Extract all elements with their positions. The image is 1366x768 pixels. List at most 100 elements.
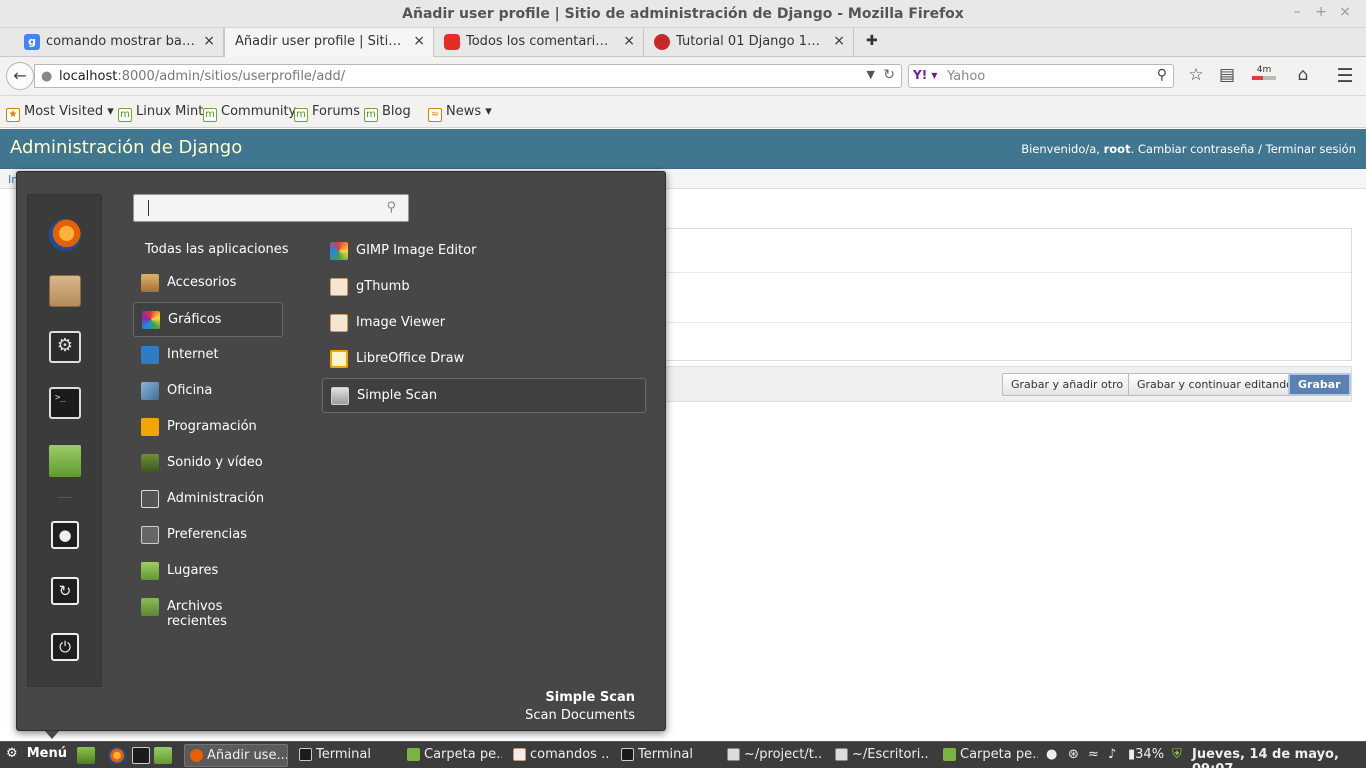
category-sonido-video[interactable]: Sonido y vídeo bbox=[133, 446, 283, 481]
search-icon[interactable]: ⚲ bbox=[1157, 67, 1167, 83]
tab-anadir-user-profile[interactable]: Añadir user profile | Sitio de ... × bbox=[224, 28, 434, 57]
close-window-button[interactable]: × bbox=[1336, 4, 1354, 20]
app-gimp[interactable]: GIMP Image Editor bbox=[322, 234, 646, 269]
close-tab-icon[interactable]: × bbox=[413, 33, 425, 49]
bookmark-label: Blog bbox=[382, 104, 411, 119]
most-visited-icon: ★ bbox=[6, 108, 20, 122]
battery-indicator[interactable]: ▮34% bbox=[1128, 747, 1164, 762]
app-libreoffice-draw[interactable]: LibreOffice Draw bbox=[322, 342, 646, 377]
lock-screen-icon[interactable]: ● bbox=[51, 521, 79, 549]
save-and-add-another-button[interactable]: Grabar y añadir otro bbox=[1002, 373, 1133, 396]
reload-icon[interactable]: ↻ bbox=[883, 67, 895, 83]
office-icon bbox=[141, 382, 159, 400]
bookmark-linux-mint[interactable]: m Linux Mint bbox=[118, 104, 203, 122]
volume-icon[interactable]: ♪ bbox=[1108, 747, 1116, 762]
change-password-link[interactable]: Cambiar contraseña bbox=[1138, 142, 1255, 156]
category-label: Archivos recientes bbox=[167, 599, 227, 629]
menu-hamburger-icon[interactable]: ☰ bbox=[1333, 65, 1357, 87]
start-menu-button[interactable]: ⚙ Menú bbox=[6, 746, 67, 761]
save-button[interactable]: Grabar bbox=[1288, 373, 1351, 396]
downloads-button[interactable]: 4m bbox=[1252, 65, 1276, 80]
category-oficina[interactable]: Oficina bbox=[133, 374, 283, 409]
app-gthumb[interactable]: gThumb bbox=[322, 270, 646, 305]
bookmark-blog[interactable]: m Blog bbox=[364, 104, 411, 122]
category-administracion[interactable]: Administración bbox=[133, 482, 283, 517]
task-firefox[interactable]: Añadir use... bbox=[184, 744, 288, 767]
category-internet[interactable]: Internet bbox=[133, 338, 283, 373]
category-programacion[interactable]: Programación bbox=[133, 410, 283, 445]
site-brand[interactable]: Administración de Django bbox=[10, 137, 242, 158]
system-settings-icon[interactable]: ⚙ bbox=[49, 331, 81, 363]
firefox-icon[interactable] bbox=[108, 747, 126, 764]
terminal-icon[interactable] bbox=[132, 747, 150, 764]
bookmark-community[interactable]: m Community bbox=[203, 104, 296, 122]
search-bar[interactable]: Y! ▾ Yahoo ⚲ bbox=[908, 64, 1174, 88]
bookmark-forums[interactable]: m Forums bbox=[294, 104, 360, 122]
new-tab-button[interactable]: ✚ bbox=[866, 33, 878, 49]
url-history-dropdown-icon[interactable]: ▼ bbox=[867, 68, 875, 81]
category-lugares[interactable]: Lugares bbox=[133, 554, 283, 589]
save-and-continue-button[interactable]: Grabar y continuar editando bbox=[1128, 373, 1302, 396]
task-label: Carpeta pe... bbox=[960, 747, 1038, 762]
add-form-fieldset bbox=[660, 228, 1352, 361]
battery-percent: 34% bbox=[1135, 747, 1165, 762]
folder-icon[interactable] bbox=[154, 747, 172, 764]
bookmark-label: Community bbox=[221, 104, 297, 119]
search-engine-selector[interactable]: Y! ▾ bbox=[913, 68, 937, 82]
category-preferencias[interactable]: Preferencias bbox=[133, 518, 283, 553]
menu-search-input[interactable]: ⚲ bbox=[133, 194, 409, 222]
close-tab-icon[interactable]: × bbox=[623, 33, 635, 49]
bookmark-news[interactable]: ≈ News ▾ bbox=[428, 104, 492, 122]
firefox-icon[interactable] bbox=[49, 219, 81, 251]
favorites-panel: ⚙ >_ ● ↻ ⏻ bbox=[27, 194, 102, 687]
close-tab-icon[interactable]: × bbox=[833, 33, 845, 49]
back-button[interactable]: ← bbox=[6, 62, 34, 90]
libreoffice-draw-icon bbox=[330, 350, 348, 368]
bookmark-most-visited[interactable]: ★ Most Visited ▾ bbox=[6, 104, 114, 122]
category-graficos[interactable]: Gráficos bbox=[133, 302, 283, 337]
category-archivos-recientes[interactable]: Archivos recientes bbox=[133, 590, 283, 629]
tab-comando-mostrar[interactable]: g comando mostrar base d... × bbox=[0, 28, 224, 57]
linux-mint-icon: m bbox=[203, 108, 217, 122]
clock[interactable]: Jueves, 14 de mayo, 09:07 bbox=[1192, 747, 1366, 768]
task-text-editor[interactable]: comandos ... bbox=[508, 744, 610, 767]
show-desktop-icon[interactable] bbox=[77, 747, 95, 764]
tab-todos-comentarios[interactable]: Todos los comentarios d... × bbox=[434, 28, 644, 57]
home-icon[interactable]: ⌂ bbox=[1291, 65, 1315, 85]
search-input[interactable]: Yahoo bbox=[947, 69, 985, 84]
download-progress-icon bbox=[1252, 76, 1276, 80]
close-tab-icon[interactable]: × bbox=[203, 33, 215, 49]
software-manager-icon[interactable] bbox=[49, 275, 81, 307]
terminal-icon[interactable]: >_ bbox=[49, 387, 81, 419]
task-folder-2[interactable]: Carpeta pe... bbox=[938, 744, 1038, 767]
bluetooth-icon[interactable]: ⊛ bbox=[1068, 747, 1079, 762]
task-editor-escritorio[interactable]: ~/Escritori... bbox=[830, 744, 930, 767]
task-folder[interactable]: Carpeta pe... bbox=[402, 744, 502, 767]
category-accesorios[interactable]: Accesorios bbox=[133, 266, 283, 301]
update-manager-shield-icon[interactable]: ⛨ bbox=[1172, 747, 1182, 762]
network-wifi-icon[interactable]: ≈ bbox=[1088, 747, 1099, 762]
task-label: Terminal bbox=[638, 747, 693, 762]
logout-icon[interactable]: ↻ bbox=[51, 577, 79, 605]
app-image-viewer[interactable]: Image Viewer bbox=[322, 306, 646, 341]
favorites-separator bbox=[58, 497, 72, 498]
bookmarks-toolbar: ★ Most Visited ▾ m Linux Mint m Community m… bbox=[0, 96, 1366, 128]
user-icon[interactable]: ● bbox=[1046, 747, 1057, 762]
home-folder-icon[interactable] bbox=[49, 445, 81, 477]
maximize-button[interactable]: + bbox=[1312, 4, 1330, 20]
task-terminal-2[interactable]: Terminal bbox=[616, 744, 716, 767]
url-text: localhost:8000/admin/sitios/userprofile/… bbox=[59, 69, 345, 84]
logout-link[interactable]: Terminar sesión bbox=[1266, 142, 1356, 156]
app-simple-scan[interactable]: Simple Scan bbox=[322, 378, 646, 413]
category-all-applications[interactable]: Todas las aplicaciones bbox=[145, 242, 289, 257]
tab-tutorial-django[interactable]: Tutorial 01 Django 16 Lin... × bbox=[644, 28, 854, 57]
power-icon[interactable]: ⏻ bbox=[51, 633, 79, 661]
category-label: Accesorios bbox=[167, 275, 237, 290]
bookmark-star-icon[interactable]: ☆ bbox=[1184, 65, 1208, 85]
bookmarks-list-icon[interactable]: ▤ bbox=[1215, 65, 1239, 85]
rss-feed-icon: ≈ bbox=[428, 108, 442, 122]
task-terminal[interactable]: Terminal bbox=[294, 744, 394, 767]
task-editor-project[interactable]: ~/project/t... bbox=[722, 744, 822, 767]
minimize-button[interactable]: – bbox=[1288, 4, 1306, 20]
url-bar[interactable]: ● localhost:8000/admin/sitios/userprofil… bbox=[34, 64, 902, 88]
